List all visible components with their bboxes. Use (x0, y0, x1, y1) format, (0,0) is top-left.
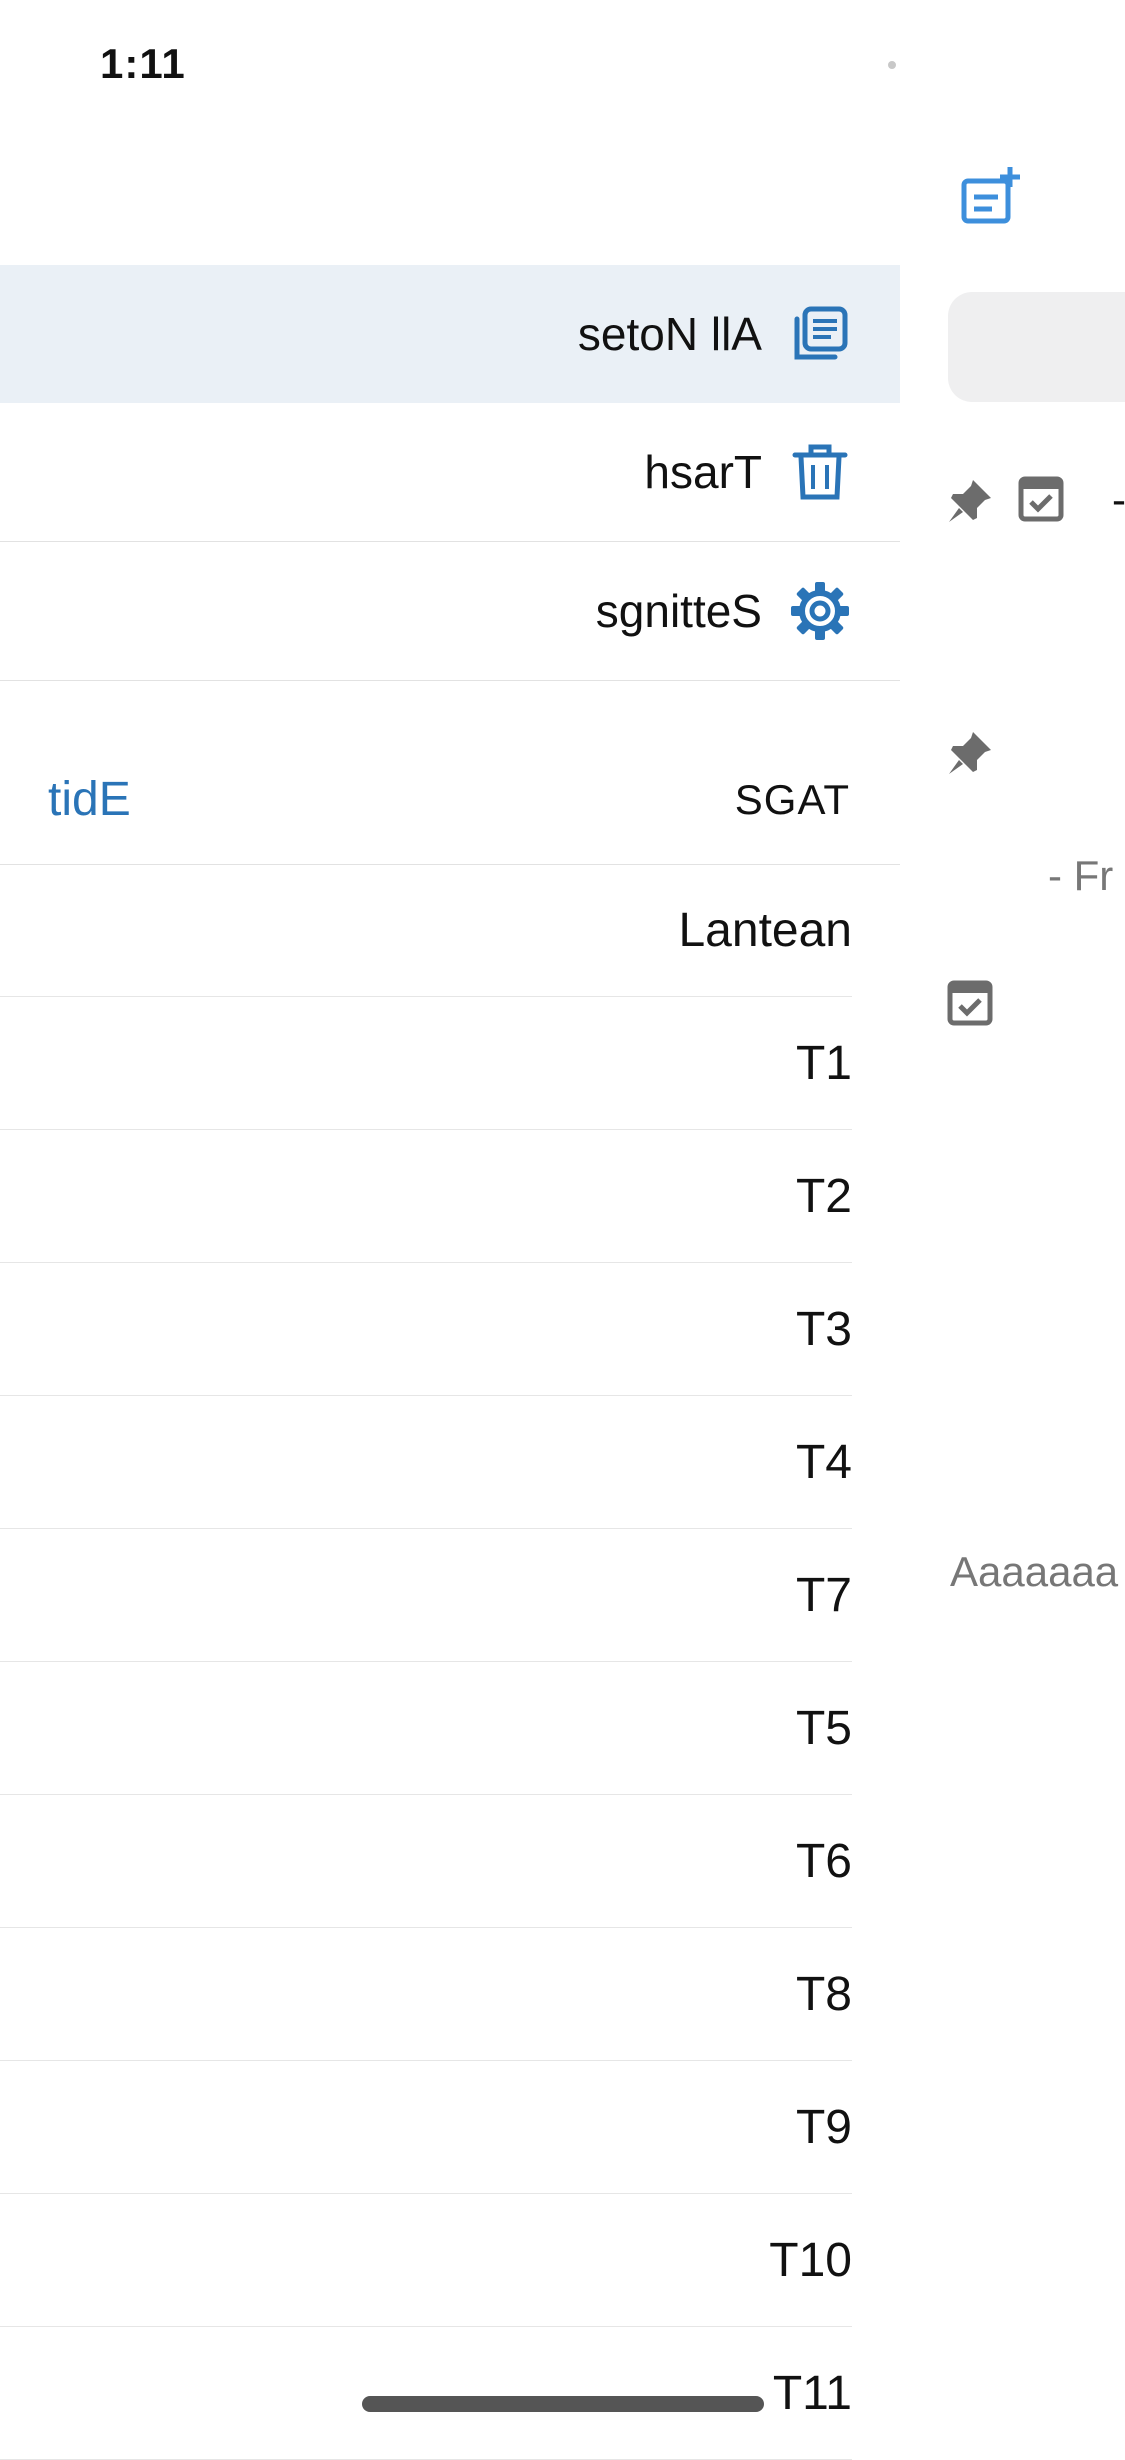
drawer-item-all-notes[interactable]: setoN llA (0, 265, 900, 403)
tag-item[interactable]: T4 (0, 1396, 852, 1529)
checkbox-icon (947, 980, 997, 1030)
tag-item[interactable]: T2 (0, 1130, 852, 1263)
note-preview-text: Aaaaaaa (950, 1548, 1119, 1595)
tag-item[interactable]: T8 (0, 1928, 852, 2061)
tags-header: tidE SGAT (0, 740, 900, 865)
tag-item[interactable]: T9 (0, 2061, 852, 2194)
tag-label: T2 (795, 1169, 852, 1223)
tag-label: T10 (769, 2233, 852, 2287)
tag-item[interactable]: T7 (0, 1529, 852, 1662)
tag-item[interactable]: T11 (0, 2327, 852, 2460)
tag-item[interactable]: T5 (0, 1662, 852, 1795)
tag-label: Lantean (678, 903, 852, 957)
tag-item[interactable]: Lantean (0, 864, 852, 997)
drawer-item-settings[interactable]: sgnitteS (0, 542, 900, 681)
trash-icon (790, 442, 850, 502)
pin-icon (945, 476, 995, 526)
tag-item[interactable]: T10 (0, 2194, 852, 2327)
tag-label: T9 (795, 2100, 852, 2154)
home-indicator[interactable] (362, 2396, 764, 2412)
drawer-item-trash[interactable]: hsarT (0, 403, 900, 542)
tag-list: Lantean T1 T2 T3 T4 T7 T5 T6 T8 T9 T10 T… (0, 864, 852, 2460)
gear-icon (790, 581, 850, 641)
tag-item[interactable]: T3 (0, 1263, 852, 1396)
tag-label: T7 (795, 1568, 852, 1622)
tag-item[interactable]: T1 (0, 997, 852, 1130)
tag-label: T5 (795, 1701, 852, 1755)
drawer-item-label: hsarT (644, 446, 762, 498)
tag-label: T11 (772, 2366, 852, 2420)
drawer-item-label: sgnitteS (595, 585, 762, 637)
note-title-fragment: - (1112, 476, 1125, 523)
tag-label: T3 (795, 1302, 852, 1356)
drawer-item-label: setoN llA (577, 308, 762, 360)
navigation-drawer: setoN llA hsarT sgnitteS (0, 265, 900, 681)
edit-tags-button[interactable]: tidE (48, 772, 131, 827)
notes-stack-icon (790, 304, 850, 364)
tags-section-title: SGAT (734, 776, 850, 823)
tag-item[interactable]: T6 (0, 1795, 852, 1928)
search-bar[interactable] (948, 292, 1125, 402)
tag-label: T1 (795, 1036, 852, 1090)
note-preview-text: - Fr (1048, 852, 1114, 899)
tag-label: T4 (795, 1435, 852, 1489)
tag-label: T8 (795, 1967, 852, 2021)
tag-label: T6 (795, 1834, 852, 1888)
status-time: 1:11 (100, 40, 186, 87)
pin-icon (945, 728, 995, 778)
new-note-icon[interactable] (960, 165, 1022, 227)
checkbox-icon (1018, 476, 1068, 526)
